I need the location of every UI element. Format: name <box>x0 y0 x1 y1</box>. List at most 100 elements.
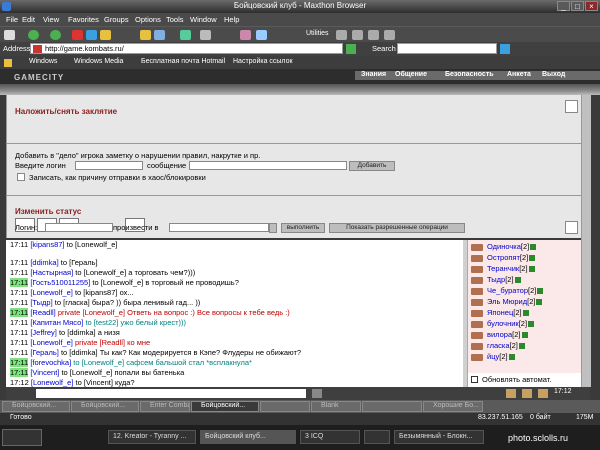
info-icon[interactable] <box>514 277 521 284</box>
search-input[interactable] <box>397 43 497 54</box>
execute-button[interactable]: выполнить <box>281 223 325 233</box>
menu-tools[interactable]: Tools <box>166 15 184 24</box>
menu-window[interactable]: Window <box>190 15 217 24</box>
link-hotmail[interactable]: Бесплатная почта Hotmail <box>141 58 225 65</box>
user-name[interactable]: Остропят[2] <box>487 253 536 262</box>
chat-recipient[interactable]: to [Lonewolf_e] <box>67 240 118 249</box>
panel-scroll-up-button[interactable] <box>565 100 578 113</box>
task-blank[interactable] <box>364 430 390 444</box>
nav-knowledge[interactable]: Знания <box>361 71 386 78</box>
info-icon[interactable] <box>528 266 535 273</box>
menu-groups[interactable]: Groups <box>104 15 129 24</box>
chat-nick[interactable]: [Jeffrey] <box>30 328 57 337</box>
tab-3[interactable]: Enter Combats.ru <box>140 401 190 412</box>
chat-nick[interactable]: [Гость510011255] <box>30 278 90 287</box>
stop-icon[interactable] <box>72 30 83 40</box>
private-message-icon[interactable] <box>471 321 483 328</box>
menu-help[interactable]: Help <box>224 15 239 24</box>
chat-recipient[interactable]: to [Lonewolf_e] <box>73 358 124 367</box>
start-button[interactable] <box>2 429 42 446</box>
user-name[interactable]: Теранчик[2] <box>487 264 535 273</box>
user-name[interactable]: гласка[2] <box>487 341 525 350</box>
chat-timestamp[interactable]: 17:11 <box>10 240 28 249</box>
chat-nick[interactable]: [ddimka] <box>30 258 58 267</box>
chat-recipient[interactable]: private [Readll] <box>75 338 125 347</box>
chat-nick[interactable]: [Lonewolf_e] <box>31 378 74 387</box>
tab-5[interactable] <box>260 401 310 412</box>
menu-file[interactable]: File <box>6 15 18 24</box>
menu-edit[interactable]: Edit <box>22 15 35 24</box>
user-login[interactable]: Тыдр <box>487 275 505 284</box>
nav-logout[interactable]: Выход <box>542 71 565 78</box>
user-name[interactable]: Че_буратор[2] <box>487 286 544 295</box>
menu-options[interactable]: Options <box>135 15 161 24</box>
info-icon[interactable] <box>536 299 543 306</box>
chat-recipient[interactable]: to [ddimka] <box>59 328 96 337</box>
chat-recipient[interactable]: to [test22] <box>85 318 118 327</box>
chat-timestamp[interactable]: 17:11 <box>10 258 28 267</box>
favorites-icon[interactable] <box>140 30 151 40</box>
maximize-button[interactable]: □ <box>571 1 584 11</box>
utilities-button[interactable]: Utilities <box>306 30 329 37</box>
user-login[interactable]: йцу <box>487 352 499 361</box>
private-message-icon[interactable] <box>471 277 483 284</box>
chat-recipient[interactable]: private [Lonewolf_e] <box>58 308 125 317</box>
user-name[interactable]: вилора[2] <box>487 330 528 339</box>
private-message-icon[interactable] <box>471 354 483 361</box>
chat-nick[interactable]: [Капитан Мясо] <box>30 318 83 327</box>
chat-nick[interactable]: [Lonewolf_e] <box>30 338 73 347</box>
search-go-icon[interactable] <box>500 44 510 54</box>
private-message-icon[interactable] <box>471 244 483 251</box>
chat-recipient[interactable]: to [гласка] <box>55 298 90 307</box>
toolbar-icon-d[interactable] <box>384 30 395 40</box>
chat-timestamp[interactable]: 17:11 <box>10 368 29 377</box>
chat-nick[interactable]: [Тыдр] <box>30 298 52 307</box>
mail-icon[interactable] <box>256 30 267 40</box>
info-icon[interactable] <box>508 354 515 361</box>
chat-timestamp[interactable]: 17:11 <box>10 348 28 357</box>
user-name[interactable]: булочник[2] <box>487 319 535 328</box>
info-icon[interactable] <box>530 244 537 251</box>
tab-7[interactable] <box>362 401 422 412</box>
chat-nick[interactable]: [Настырная] <box>30 268 73 277</box>
chat-timestamp[interactable]: 17:11 <box>10 358 29 367</box>
close-button[interactable]: × <box>585 1 598 11</box>
link-customize[interactable]: Настройка ссылок <box>233 58 293 65</box>
save-icon[interactable] <box>180 30 191 40</box>
chat-timestamp[interactable]: 17:11 <box>10 298 28 307</box>
page-scrollbar[interactable] <box>581 95 591 387</box>
info-icon[interactable] <box>518 343 525 350</box>
tab-4-active[interactable]: Бойцовский... <box>191 401 259 412</box>
chat-nick[interactable]: [Vincent] <box>30 368 59 377</box>
chat-timestamp[interactable]: 17:11 <box>10 288 28 297</box>
user-name[interactable]: йцу[2] <box>487 352 515 361</box>
user-login[interactable]: Теранчик <box>487 264 519 273</box>
menu-view[interactable]: View <box>43 15 59 24</box>
chat-nick[interactable]: [Гераль] <box>30 348 59 357</box>
info-icon[interactable] <box>537 288 544 295</box>
private-message-icon[interactable] <box>471 332 483 339</box>
status-login-input[interactable] <box>45 223 113 232</box>
private-message-icon[interactable] <box>471 255 483 262</box>
info-icon[interactable] <box>528 321 535 328</box>
forward-icon[interactable] <box>50 30 61 40</box>
refresh-icon[interactable] <box>86 30 97 40</box>
user-name[interactable]: Одиночка[2] <box>487 242 537 251</box>
private-message-icon[interactable] <box>471 299 483 306</box>
chat-timestamp[interactable]: 17:11 <box>10 338 28 347</box>
address-input[interactable]: http://game.kombats.ru/ <box>30 43 343 54</box>
nav-profile[interactable]: Анкета <box>507 71 531 78</box>
chat-recipient[interactable]: to [Lonewolf_e] <box>75 268 126 277</box>
link-windows-media[interactable]: Windows Media <box>74 58 123 65</box>
back-icon[interactable] <box>28 30 39 40</box>
chat-timestamp[interactable]: 17:12 <box>10 378 29 387</box>
chat-nick[interactable]: [forevochka] <box>30 358 71 367</box>
link-windows[interactable]: Windows <box>29 58 57 65</box>
print-icon[interactable] <box>200 30 211 40</box>
clear-icon[interactable] <box>538 389 548 398</box>
tab-1[interactable]: Бойцовский... <box>2 401 70 412</box>
private-message-icon[interactable] <box>471 266 483 273</box>
chevron-down-icon[interactable] <box>269 223 277 233</box>
toolbar-icon-b[interactable] <box>352 30 363 40</box>
reason-checkbox[interactable] <box>17 173 25 181</box>
